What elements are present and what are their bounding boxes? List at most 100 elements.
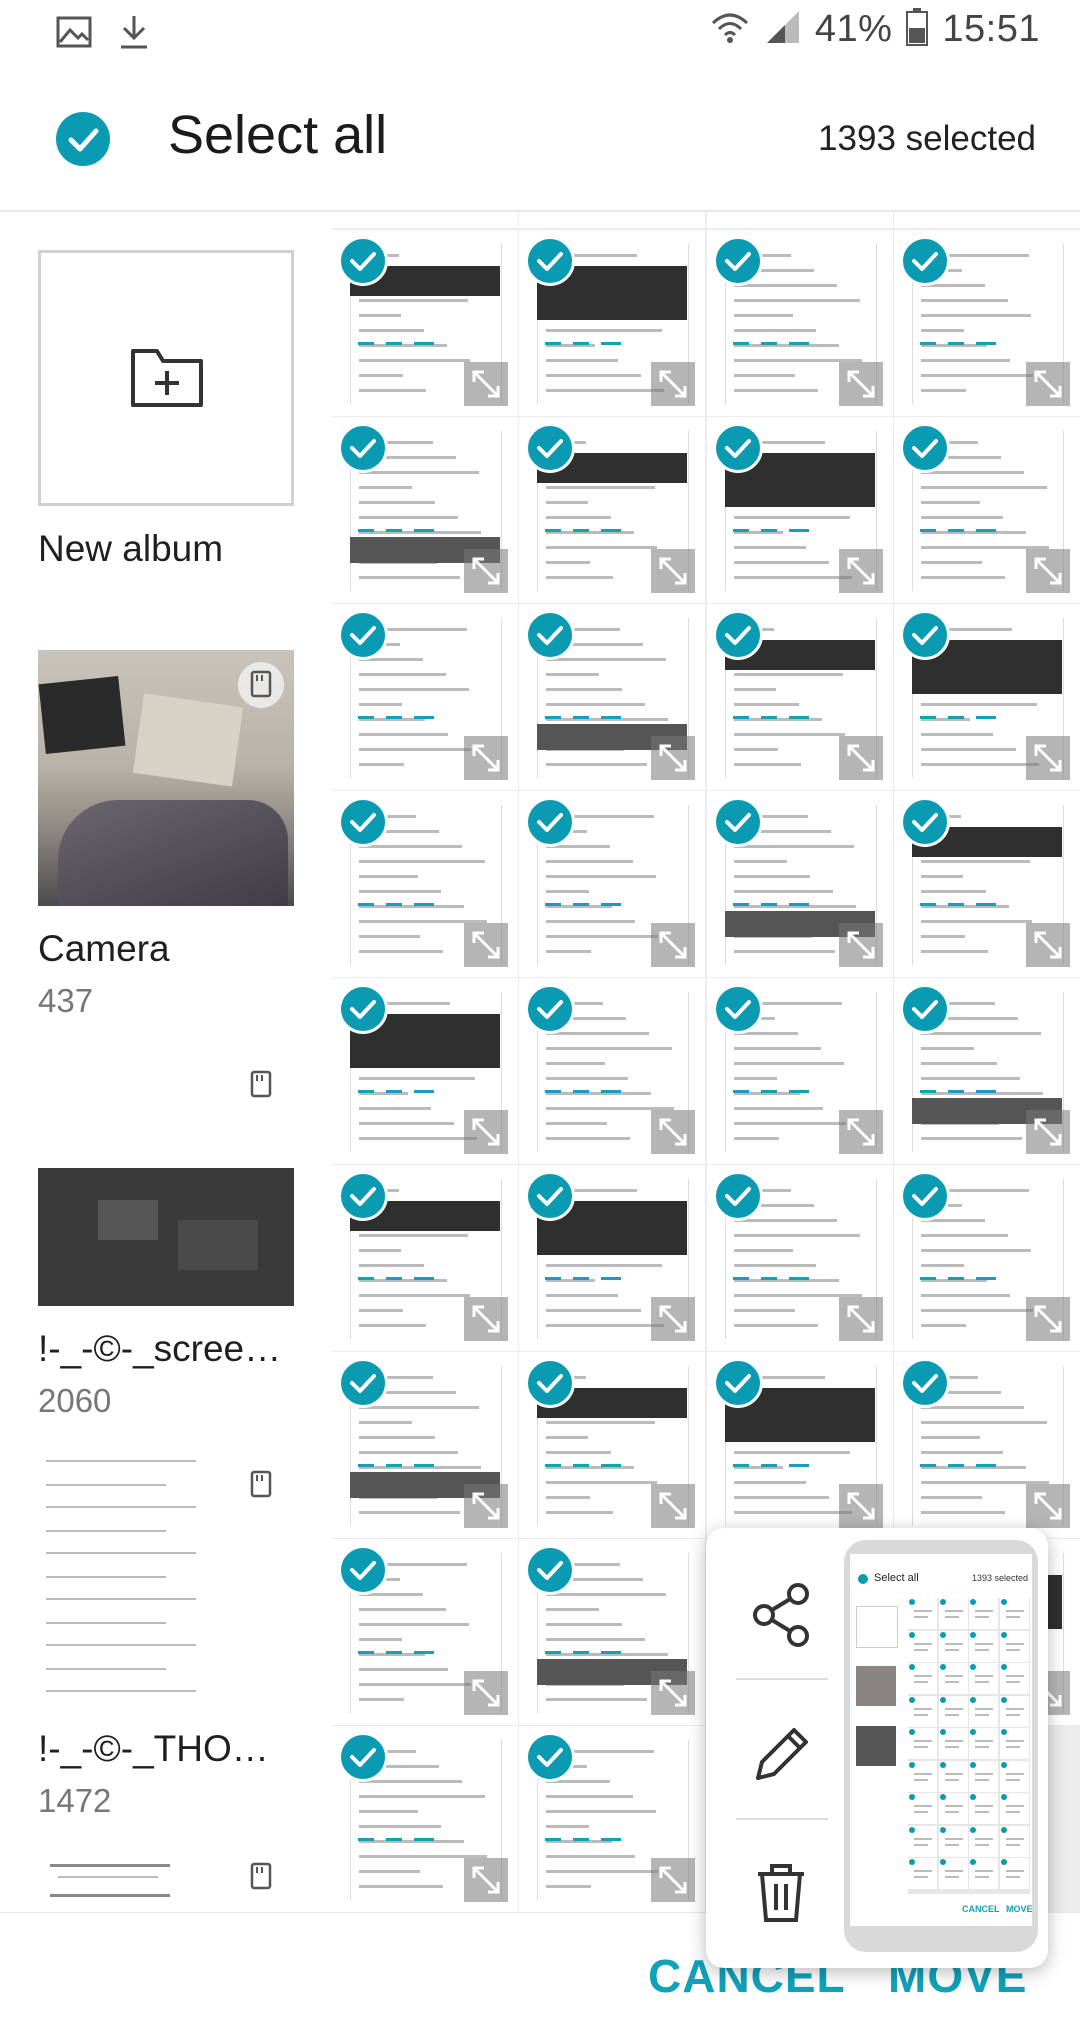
photo-thumbnail[interactable] (519, 978, 706, 1164)
selected-check-icon[interactable] (899, 610, 950, 660)
expand-icon[interactable] (464, 549, 508, 593)
album-item-camera[interactable]: Camera 437 (38, 650, 294, 1020)
selected-check-icon[interactable] (338, 797, 388, 847)
selected-check-icon[interactable] (525, 984, 576, 1034)
selected-check-icon[interactable] (525, 1732, 576, 1782)
album-thumb[interactable] (38, 1050, 294, 1306)
photo-thumbnail[interactable] (519, 1726, 706, 1912)
selected-check-icon[interactable] (899, 797, 950, 847)
photo-thumbnail[interactable] (519, 1165, 706, 1351)
selected-check-icon[interactable] (525, 797, 576, 847)
selected-check-icon[interactable] (712, 423, 763, 473)
photo-thumbnail[interactable] (332, 212, 518, 228)
photo-thumbnail[interactable] (519, 1539, 706, 1725)
photo-thumbnail[interactable] (706, 1352, 893, 1538)
selected-check-icon[interactable] (899, 984, 950, 1034)
selected-check-icon[interactable] (712, 984, 763, 1034)
expand-icon[interactable] (651, 1671, 696, 1715)
album-item-new-album[interactable]: New album (38, 250, 294, 570)
selected-check-icon[interactable] (712, 1358, 763, 1408)
album-thumb[interactable] (38, 650, 294, 906)
expand-icon[interactable] (464, 1858, 508, 1902)
selected-check-icon[interactable] (525, 610, 576, 660)
photo-thumbnail[interactable] (706, 1165, 893, 1351)
expand-icon[interactable] (651, 1484, 696, 1528)
selected-check-icon[interactable] (525, 423, 576, 473)
selected-check-icon[interactable] (338, 423, 388, 473)
expand-icon[interactable] (464, 1110, 508, 1154)
expand-icon[interactable] (1025, 736, 1070, 780)
delete-icon[interactable] (746, 1858, 816, 1928)
photo-thumbnail[interactable] (332, 1352, 518, 1538)
new-album-thumb[interactable] (38, 250, 294, 506)
expand-icon[interactable] (1025, 1484, 1070, 1528)
expand-icon[interactable] (651, 1297, 696, 1341)
photo-thumbnail[interactable] (519, 230, 706, 416)
expand-icon[interactable] (1025, 549, 1070, 593)
selected-check-icon[interactable] (525, 1545, 576, 1595)
photo-thumbnail[interactable] (332, 604, 518, 790)
selected-check-icon[interactable] (899, 423, 950, 473)
expand-icon[interactable] (838, 1297, 883, 1341)
album-thumb[interactable] (38, 1450, 294, 1706)
selected-check-icon[interactable] (712, 797, 763, 847)
expand-icon[interactable] (838, 1110, 883, 1154)
expand-icon[interactable] (1025, 362, 1070, 406)
expand-icon[interactable] (838, 549, 883, 593)
selected-check-icon[interactable] (712, 236, 763, 286)
photo-thumbnail[interactable] (519, 604, 706, 790)
selected-check-icon[interactable] (525, 1171, 576, 1221)
photo-thumbnail[interactable] (519, 1352, 706, 1538)
selected-check-icon[interactable] (338, 1732, 388, 1782)
expand-icon[interactable] (651, 736, 696, 780)
share-icon[interactable] (746, 1580, 816, 1650)
photo-thumbnail[interactable] (706, 212, 893, 228)
selected-check-icon[interactable] (525, 236, 576, 286)
photo-thumbnail[interactable] (893, 212, 1080, 228)
photo-thumbnail[interactable] (332, 791, 518, 977)
select-all-label[interactable]: Select all (168, 104, 387, 166)
photo-thumbnail[interactable] (706, 417, 893, 603)
photo-thumbnail[interactable] (519, 791, 706, 977)
photo-thumbnail[interactable] (332, 1539, 518, 1725)
album-item-uploads[interactable] (38, 1850, 294, 1912)
photo-thumbnail[interactable] (893, 791, 1080, 977)
photo-thumbnail[interactable] (893, 417, 1080, 603)
expand-icon[interactable] (838, 736, 883, 780)
expand-icon[interactable] (651, 1110, 696, 1154)
photo-thumbnail[interactable] (332, 978, 518, 1164)
selected-check-icon[interactable] (338, 1358, 388, 1408)
album-item-thomas[interactable]: !-_-©-_THOM… 1472 (38, 1450, 298, 1820)
selected-check-icon[interactable] (899, 236, 950, 286)
selected-check-icon[interactable] (338, 610, 388, 660)
expand-icon[interactable] (464, 1484, 508, 1528)
expand-icon[interactable] (1025, 923, 1070, 967)
photo-thumbnail[interactable] (519, 417, 706, 603)
photo-thumbnail[interactable] (332, 230, 518, 416)
selected-check-icon[interactable] (338, 236, 388, 286)
expand-icon[interactable] (838, 362, 883, 406)
edit-icon[interactable] (746, 1720, 816, 1790)
expand-icon[interactable] (838, 923, 883, 967)
selected-check-icon[interactable] (338, 1171, 388, 1221)
expand-icon[interactable] (838, 1484, 883, 1528)
expand-icon[interactable] (464, 1671, 508, 1715)
photo-thumbnail[interactable] (706, 230, 893, 416)
photo-thumbnail[interactable] (706, 791, 893, 977)
expand-icon[interactable] (464, 362, 508, 406)
photo-thumbnail[interactable] (332, 1165, 518, 1351)
expand-icon[interactable] (464, 923, 508, 967)
screenshot-preview[interactable]: Select all 1393 selected CANCEL MOVE (844, 1540, 1038, 1952)
select-all-checkbox[interactable] (56, 112, 110, 166)
selected-check-icon[interactable] (338, 984, 388, 1034)
selected-check-icon[interactable] (712, 610, 763, 660)
expand-icon[interactable] (651, 923, 696, 967)
photo-thumbnail[interactable] (706, 604, 893, 790)
expand-icon[interactable] (651, 549, 696, 593)
photo-thumbnail[interactable] (706, 978, 893, 1164)
album-item-screenshots[interactable]: !-_-©-_screen… 2060 (38, 1050, 298, 1420)
photo-thumbnail[interactable] (893, 1165, 1080, 1351)
selected-check-icon[interactable] (338, 1545, 388, 1595)
expand-icon[interactable] (651, 362, 696, 406)
selected-check-icon[interactable] (899, 1171, 950, 1221)
